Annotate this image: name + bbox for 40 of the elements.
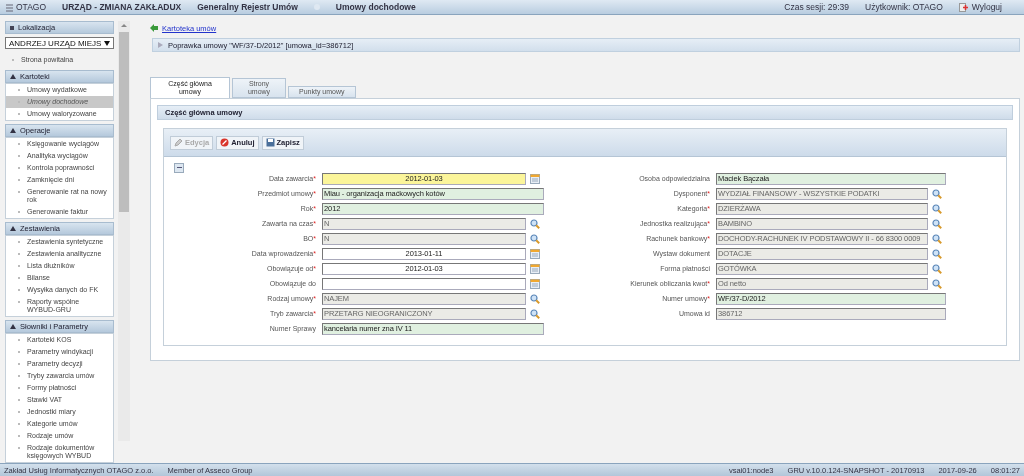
search-icon[interactable]: [530, 218, 540, 229]
page-name: Umowy dochodowe: [335, 2, 416, 12]
pencil-icon: [174, 138, 183, 147]
scrollbar[interactable]: [118, 21, 130, 441]
calendar-icon[interactable]: [530, 263, 540, 274]
calendar-icon[interactable]: [530, 278, 540, 289]
search-icon[interactable]: [932, 188, 942, 199]
cancel-icon: [220, 138, 230, 147]
search-icon[interactable]: [530, 233, 540, 244]
search-icon[interactable]: [932, 263, 942, 274]
collapse-icon: [10, 226, 16, 231]
user-name: Użytkownik: OTAGO: [865, 2, 943, 12]
collapse-button[interactable]: [174, 163, 184, 173]
dropdown-icon: [104, 40, 110, 46]
pin-icon: [10, 25, 14, 30]
app-logo: OTAGO: [6, 2, 47, 12]
input-field[interactable]: [322, 277, 526, 290]
back-arrow-icon[interactable]: [150, 24, 158, 32]
search-icon[interactable]: [932, 218, 942, 229]
module-name: Generalny Rejestr Umów: [197, 2, 298, 12]
minus-icon: [176, 167, 182, 169]
collapse-icon: [10, 324, 16, 329]
expand-arrow-icon[interactable]: [158, 42, 163, 48]
search-icon[interactable]: [932, 233, 942, 244]
collapse-icon: [10, 74, 16, 79]
search-icon[interactable]: [530, 293, 540, 304]
search-icon[interactable]: [932, 248, 942, 259]
separator-icon: [313, 4, 320, 10]
search-icon[interactable]: [932, 278, 942, 289]
search-icon[interactable]: [530, 308, 540, 319]
session-time: Czas sesji: 29:39: [784, 2, 850, 12]
logout-icon: [958, 2, 968, 12]
calendar-icon[interactable]: [530, 173, 540, 184]
unit-name: URZĄD - ZMIANA ZAKŁADUX: [62, 2, 182, 12]
logout-link[interactable]: Wyloguj: [958, 2, 1002, 12]
calendar-icon[interactable]: [530, 248, 540, 259]
collapse-icon: [10, 128, 16, 133]
search-icon[interactable]: [932, 203, 942, 214]
logo-icon: [6, 3, 13, 12]
location-select[interactable]: ANDRZEJ URZĄD MIEJS: [5, 37, 114, 49]
